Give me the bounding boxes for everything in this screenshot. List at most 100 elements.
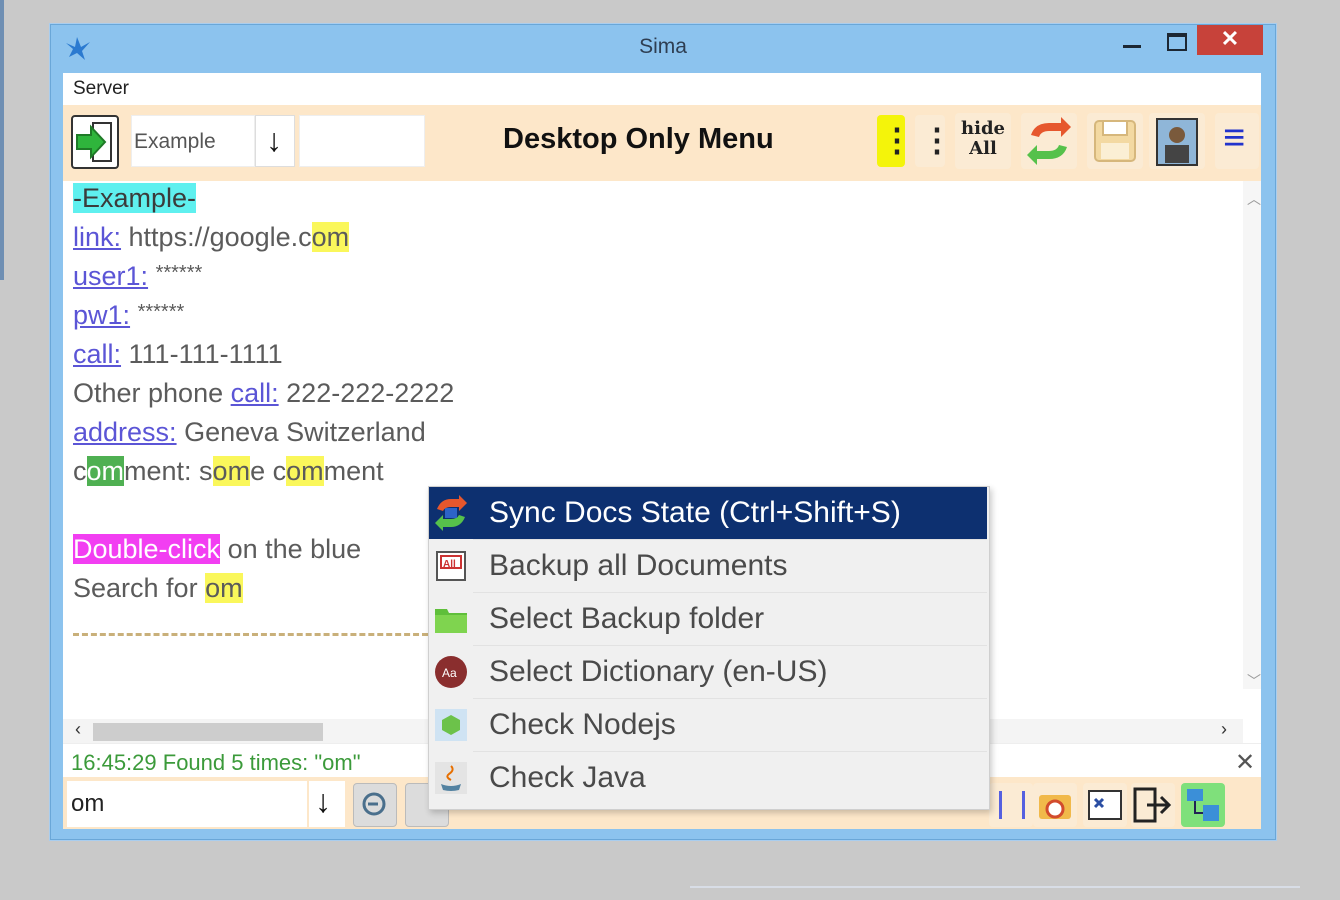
menu-item-check-java[interactable]: Check Java	[429, 752, 987, 804]
minimize-button[interactable]	[1111, 25, 1155, 55]
menu-item-label: Check Java	[489, 761, 646, 794]
menu-item-backup-all-documents[interactable]: All Backup all Documents	[429, 540, 987, 592]
other-call-label[interactable]: call:	[231, 378, 279, 408]
combo-dropdown-button[interactable]: ↓	[255, 115, 295, 167]
address-line: address: Geneva Switzerland	[73, 417, 426, 448]
doc-heading-text: -Example-	[73, 183, 197, 213]
scroll-right-icon[interactable]: ›	[1221, 719, 1227, 740]
link-label[interactable]: link:	[73, 222, 121, 252]
search-history-button[interactable]: ↓	[309, 781, 345, 827]
document-combo-value: Example	[134, 130, 216, 153]
comment-text: e c	[250, 456, 287, 486]
exit-icon	[1133, 787, 1172, 823]
menu-item-label: Backup all Documents	[489, 549, 788, 582]
exit-button[interactable]	[1131, 783, 1175, 827]
hide-all-button[interactable]: hide All	[955, 113, 1011, 169]
scroll-left-icon[interactable]: ‹	[75, 719, 81, 740]
nodejs-icon	[435, 709, 467, 741]
export-icon	[1088, 790, 1122, 820]
menu-item-sync-docs-state[interactable]: Sync Docs State (Ctrl+Shift+S)	[429, 487, 987, 539]
comment-line: comment: some comment	[73, 456, 384, 487]
search-for-prefix: Search for	[73, 573, 206, 603]
login-icon	[76, 122, 112, 162]
call-line: call: 111-111-1111	[73, 339, 283, 370]
comment-text: ment: s	[124, 456, 213, 486]
network-button[interactable]	[1181, 783, 1225, 827]
svg-text:All: All	[443, 559, 456, 570]
call-label[interactable]: call:	[73, 339, 121, 369]
menu-item-label: Select Dictionary (en-US)	[489, 655, 828, 688]
scroll-up-icon[interactable]: ︿	[1247, 189, 1261, 209]
desktop-edge	[0, 0, 4, 280]
hide-all-label-line1: hide	[961, 118, 1005, 139]
hamburger-menu-icon: ≡	[1223, 117, 1246, 159]
columns-icon	[999, 791, 1025, 819]
login-button[interactable]	[71, 115, 119, 169]
search-match: om	[212, 456, 251, 486]
secondary-input[interactable]	[299, 115, 425, 167]
status-text: 16:45:29 Found 5 times: "om"	[71, 750, 361, 775]
address-label[interactable]: address:	[73, 417, 177, 447]
history-button[interactable]	[1033, 783, 1077, 827]
backup-all-icon: All	[436, 551, 466, 581]
address-value: Geneva Switzerland	[184, 417, 426, 447]
other-phone-value: 222-222-2222	[286, 378, 455, 408]
document-combo[interactable]: Example	[131, 115, 255, 167]
folder-icon	[435, 609, 467, 633]
menu-item-label: Select Backup folder	[489, 602, 765, 635]
arrow-down-icon: ↓	[315, 783, 331, 819]
save-icon	[1094, 120, 1136, 162]
other-phone-line: Other phone call: 222-222-2222	[73, 378, 454, 409]
other-phone-prefix: Other phone	[73, 378, 231, 408]
arrow-down-icon: ↓	[266, 122, 282, 158]
status-close-icon[interactable]: ✕	[1235, 748, 1255, 777]
find-previous-button[interactable]	[353, 783, 397, 827]
link-line: link: https://google.com	[73, 222, 350, 253]
more-options-button[interactable]: ⋮	[915, 115, 953, 167]
user-card-icon	[1156, 118, 1198, 166]
maximize-button[interactable]	[1155, 25, 1199, 55]
network-icon	[1187, 789, 1219, 821]
user-line: user1: ******	[73, 261, 202, 292]
password-label[interactable]: pw1:	[73, 300, 130, 330]
comment-text: c	[73, 456, 87, 486]
call-value: 111-111-1111	[128, 339, 283, 369]
sync-button[interactable]	[1021, 113, 1077, 169]
password-line: pw1: ******	[73, 300, 184, 331]
close-button[interactable]: ✕	[1197, 25, 1263, 55]
user-label[interactable]: user1:	[73, 261, 148, 291]
toolbar: Example ↓ Desktop Only Menu ⋮ ⋮ hide All	[63, 105, 1261, 181]
password-value: ******	[137, 301, 185, 323]
menu-item-check-nodejs[interactable]: Check Nodejs	[429, 699, 987, 751]
highlight-options-button[interactable]: ⋮	[877, 115, 913, 167]
search-for-line: Search for om	[73, 573, 243, 604]
scroll-down-icon[interactable]: ﹀	[1247, 671, 1261, 691]
vertical-scrollbar[interactable]: ︿ ﹀	[1243, 181, 1261, 689]
search-match: om	[311, 222, 350, 252]
context-menu: Sync Docs State (Ctrl+Shift+S) All Backu…	[428, 486, 990, 810]
horizontal-scroll-thumb[interactable]	[93, 723, 323, 741]
main-menu-button[interactable]: ≡	[1215, 113, 1259, 169]
toolbar-title: Desktop Only Menu	[503, 123, 774, 155]
double-click-rest: on the blue	[220, 534, 362, 564]
menu-item-select-backup-folder[interactable]: Select Backup folder	[429, 593, 987, 645]
columns-button[interactable]	[989, 783, 1033, 827]
menu-item-select-dictionary[interactable]: Aa Select Dictionary (en-US)	[429, 646, 987, 698]
link-value: https://google.c	[128, 222, 312, 252]
java-icon	[435, 762, 467, 794]
dictionary-icon: Aa	[435, 656, 467, 688]
search-input[interactable]	[67, 781, 307, 827]
title-bar[interactable]: Sima ✕	[51, 25, 1275, 73]
svg-text:Aa: Aa	[442, 666, 457, 680]
contact-card-button[interactable]	[1149, 113, 1205, 169]
double-click-line: Double-click on the blue	[73, 534, 361, 565]
export-button[interactable]	[1083, 783, 1127, 827]
history-folder-icon	[1039, 795, 1071, 819]
double-click-hint: Double-click	[73, 534, 221, 564]
sync-icon	[435, 495, 467, 531]
current-search-match: om	[86, 456, 125, 486]
search-match: om	[286, 456, 324, 486]
menu-server[interactable]: Server	[73, 78, 129, 100]
menu-item-label: Sync Docs State (Ctrl+Shift+S)	[489, 496, 901, 529]
save-button[interactable]	[1087, 113, 1143, 169]
